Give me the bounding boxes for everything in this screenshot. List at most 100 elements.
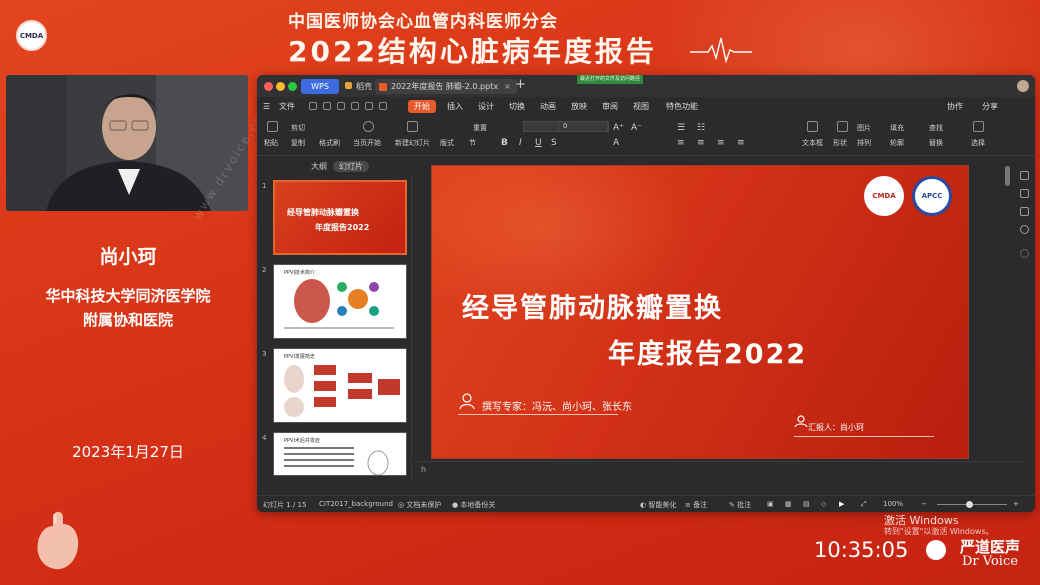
preview-icon[interactable] xyxy=(351,102,359,110)
close-tab-icon[interactable]: × xyxy=(504,82,511,91)
drvoice-logo-icon xyxy=(926,540,946,560)
arrange-button[interactable]: 排列 xyxy=(857,138,871,148)
collaborate-button[interactable]: 协作 xyxy=(947,100,963,113)
tab-document[interactable]: 2022年度报告 肺瓣-2.0.pptx × xyxy=(375,79,517,94)
textbox-icon[interactable] xyxy=(807,121,818,132)
fit-window-icon[interactable]: ⤢ xyxy=(861,500,867,509)
menu-insert[interactable]: 插入 xyxy=(447,100,463,113)
zoom-slider-handle[interactable] xyxy=(966,501,973,508)
shape-icon[interactable] xyxy=(837,121,848,132)
layout-button[interactable]: 版式 xyxy=(440,138,454,148)
slide-thumbnail-2[interactable]: PPVI技术简介 xyxy=(273,264,407,339)
select-icon[interactable] xyxy=(973,121,984,132)
animation-pane-icon[interactable] xyxy=(1020,207,1029,216)
normal-view-icon[interactable]: ▣ xyxy=(767,500,774,508)
maximize-window-button[interactable] xyxy=(288,82,297,91)
new-tab-button[interactable]: + xyxy=(515,77,526,92)
select-button[interactable]: 选择 xyxy=(971,138,985,148)
paste-icon[interactable] xyxy=(267,121,278,132)
current-slide[interactable]: CMDA APCC 经导管肺动脉瓣置换 年度报告2022 撰写专家：冯沅、尚小珂… xyxy=(431,165,969,459)
paste-button[interactable]: 粘贴 xyxy=(264,138,278,148)
shape-button[interactable]: 形状 xyxy=(833,138,847,148)
increase-font-icon[interactable]: A⁺ xyxy=(613,123,624,133)
replace-button[interactable]: 替换 xyxy=(929,138,943,148)
save-icon[interactable] xyxy=(309,102,317,110)
menu-features[interactable]: 特色功能 xyxy=(666,100,698,113)
menu-view[interactable]: 视图 xyxy=(633,100,649,113)
print-icon[interactable] xyxy=(337,102,345,110)
redo-icon[interactable] xyxy=(379,102,387,110)
thumb-number: 4 xyxy=(262,434,267,442)
tab-draft[interactable]: 稻壳 xyxy=(345,79,372,94)
copy-button[interactable]: 复制 xyxy=(291,138,305,148)
numbering-icon[interactable]: ☷ xyxy=(697,123,705,133)
find-button[interactable]: 查找 xyxy=(929,123,943,133)
format-painter-button[interactable]: 格式刷 xyxy=(319,138,340,148)
textbox-button[interactable]: 文本框 xyxy=(802,138,823,148)
image-button[interactable]: 图片 xyxy=(857,123,871,133)
share-button[interactable]: 分享 xyxy=(982,100,998,113)
align-right-icon[interactable]: ≡ xyxy=(717,138,725,148)
zoom-in-button[interactable]: + xyxy=(1013,500,1019,508)
slide-thumbnail-3[interactable]: PPVI发展简史 xyxy=(273,348,407,423)
tab-wps-home[interactable]: WPS xyxy=(301,79,339,94)
align-left-icon[interactable]: ≡ xyxy=(677,138,685,148)
history-icon[interactable] xyxy=(1020,225,1029,234)
italic-icon[interactable]: I xyxy=(519,138,522,148)
reset-button[interactable]: 重置 xyxy=(473,123,487,133)
menu-home[interactable]: 开始 xyxy=(408,100,436,113)
cut-button[interactable]: 剪切 xyxy=(291,123,305,133)
menu-slideshow[interactable]: 放映 xyxy=(571,100,587,113)
play-from-current-icon[interactable] xyxy=(363,121,374,132)
zoom-value[interactable]: 100% xyxy=(883,500,903,508)
tab-outline[interactable]: 大纲 xyxy=(311,161,327,172)
notes-area[interactable]: h xyxy=(413,461,1023,480)
design-icon[interactable] xyxy=(1020,189,1029,198)
menu-file[interactable]: 文件 xyxy=(279,100,295,113)
presenter-icon[interactable]: ◇ xyxy=(821,500,826,508)
menu-design[interactable]: 设计 xyxy=(478,100,494,113)
strikethrough-icon[interactable]: S xyxy=(551,138,557,148)
reading-view-icon[interactable]: ▤ xyxy=(803,500,810,508)
menu-review[interactable]: 审阅 xyxy=(602,100,618,113)
menu-icon[interactable]: ☰ xyxy=(263,100,270,113)
section-button[interactable]: 节 xyxy=(469,138,476,148)
backup-status[interactable]: ● 本地备份关 xyxy=(452,500,495,510)
user-avatar[interactable] xyxy=(1017,80,1029,92)
status-bar: 幻灯片 1 / 15 CIT2017_background ◎ 文档未保护 ● … xyxy=(257,495,1035,512)
zoom-out-button[interactable]: − xyxy=(921,500,927,508)
bullets-icon[interactable]: ☰ xyxy=(677,123,685,133)
notes-toggle-button[interactable]: ≡ 备注 xyxy=(685,500,707,510)
help-icon[interactable] xyxy=(1020,249,1029,258)
doc-protect-status[interactable]: ◎ 文档未保护 xyxy=(398,500,441,510)
play-icon[interactable]: ▶ xyxy=(839,500,844,508)
minimize-window-button[interactable] xyxy=(276,82,285,91)
underline-icon[interactable]: U xyxy=(535,138,542,148)
menu-animation[interactable]: 动画 xyxy=(540,100,556,113)
slide-sorter-icon[interactable]: ▦ xyxy=(785,500,792,508)
outline-button[interactable]: 轮廓 xyxy=(890,138,904,148)
font-size-input[interactable]: 0 xyxy=(558,121,608,132)
bold-icon[interactable]: B xyxy=(501,138,508,148)
font-color-icon[interactable]: A xyxy=(613,138,619,148)
fill-button[interactable]: 填充 xyxy=(890,123,904,133)
menu-transition[interactable]: 切换 xyxy=(509,100,525,113)
export-icon[interactable] xyxy=(323,102,331,110)
smart-beautify-button[interactable]: ◐ 智能美化 xyxy=(640,500,676,510)
vertical-scrollbar[interactable] xyxy=(1005,166,1010,186)
close-window-button[interactable] xyxy=(264,82,273,91)
properties-icon[interactable] xyxy=(1020,171,1029,180)
comments-button[interactable]: ✎ 批注 xyxy=(729,500,751,510)
justify-icon[interactable]: ≡ xyxy=(737,138,745,148)
align-center-icon[interactable]: ≡ xyxy=(697,138,705,148)
speaker-affiliation-line2: 附属协和医院 xyxy=(82,311,173,329)
new-slide-button[interactable]: 新建幻灯片 xyxy=(395,138,430,148)
new-slide-icon[interactable] xyxy=(407,121,418,132)
slide-thumbnail-4[interactable]: PPVI术后并发症 xyxy=(273,432,407,476)
undo-icon[interactable] xyxy=(365,102,373,110)
speaker-affiliation-line1: 华中科技大学同济医学院 xyxy=(45,287,211,305)
decrease-font-icon[interactable]: A⁻ xyxy=(631,123,642,133)
play-from-current-button[interactable]: 当页开始 xyxy=(353,138,381,148)
tab-slides[interactable]: 幻灯片 xyxy=(333,161,369,172)
slide-thumbnail-1[interactable]: 经导管肺动脉瓣置换 年度报告2022 xyxy=(273,180,407,255)
